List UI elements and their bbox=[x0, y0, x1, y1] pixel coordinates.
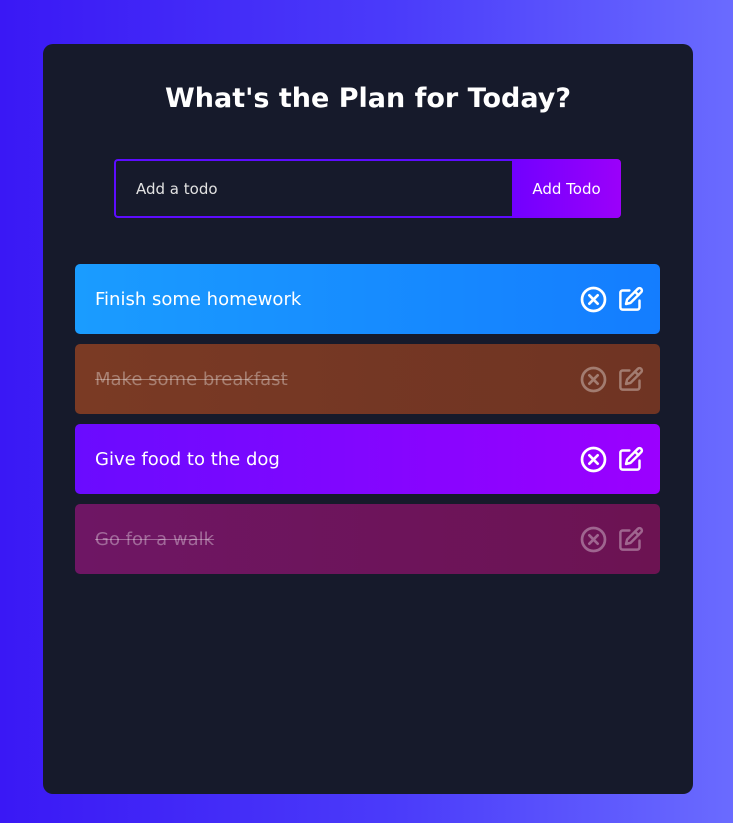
todo-text[interactable]: Make some breakfast bbox=[95, 369, 288, 390]
close-circle-icon[interactable] bbox=[580, 286, 607, 313]
todo-actions bbox=[580, 446, 644, 473]
add-todo-button[interactable]: Add Todo bbox=[512, 159, 621, 218]
todo-actions bbox=[580, 366, 644, 393]
close-circle-icon[interactable] bbox=[580, 446, 607, 473]
edit-icon[interactable] bbox=[617, 446, 644, 473]
todo-input[interactable] bbox=[114, 159, 512, 218]
todo-item: Finish some homework bbox=[75, 264, 660, 334]
todo-item: Give food to the dog bbox=[75, 424, 660, 494]
todo-item: Go for a walk bbox=[75, 504, 660, 574]
page-title: What's the Plan for Today? bbox=[165, 83, 571, 114]
todo-item: Make some breakfast bbox=[75, 344, 660, 414]
todo-actions bbox=[580, 286, 644, 313]
todo-text[interactable]: Finish some homework bbox=[95, 289, 301, 310]
edit-icon[interactable] bbox=[617, 366, 644, 393]
edit-icon[interactable] bbox=[617, 526, 644, 553]
close-circle-icon[interactable] bbox=[580, 366, 607, 393]
todo-text[interactable]: Go for a walk bbox=[95, 529, 214, 550]
todo-list: Finish some homework Make some breakfast bbox=[75, 264, 660, 584]
todo-actions bbox=[580, 526, 644, 553]
edit-icon[interactable] bbox=[617, 286, 644, 313]
todo-text[interactable]: Give food to the dog bbox=[95, 449, 280, 470]
todo-form: Add Todo bbox=[114, 159, 621, 219]
todo-app: What's the Plan for Today? Add Todo Fini… bbox=[43, 44, 693, 794]
close-circle-icon[interactable] bbox=[580, 526, 607, 553]
